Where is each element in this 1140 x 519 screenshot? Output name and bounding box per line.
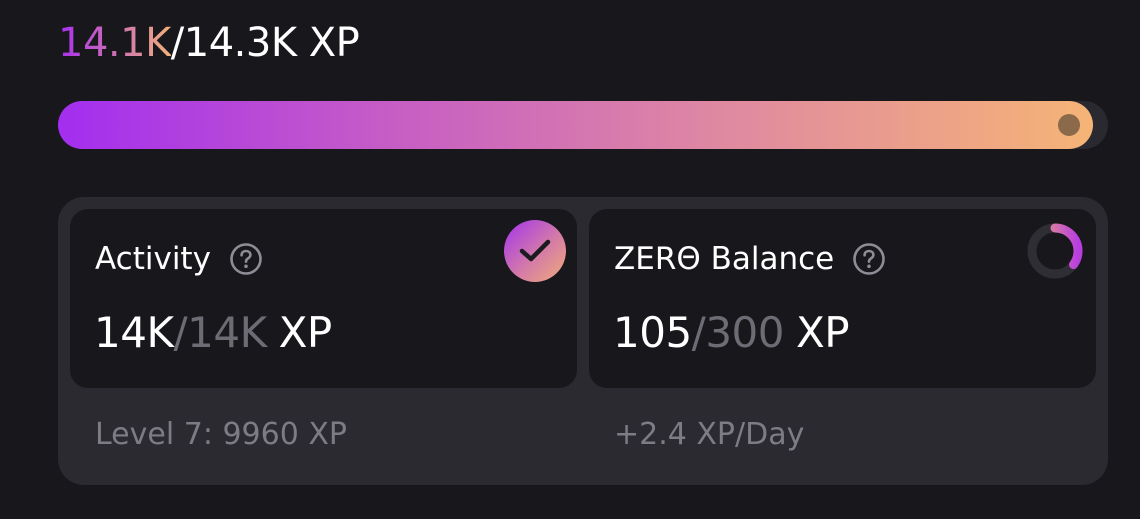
activity-value-unit: XP bbox=[278, 308, 333, 357]
activity-title: Activity bbox=[95, 241, 211, 277]
balance-footer: +2.4 XP/Day bbox=[614, 417, 805, 452]
activity-value-current: 14K bbox=[94, 308, 174, 357]
question-circle-icon[interactable] bbox=[852, 242, 886, 276]
xp-target: /14.3K XP bbox=[170, 20, 360, 66]
balance-value: 105/300 XP bbox=[613, 307, 850, 359]
check-circle-icon bbox=[504, 220, 566, 282]
xp-breakdown-panel: Activity 14K/14K XP ZERΘ Balance 105/300… bbox=[58, 197, 1108, 485]
xp-progress-fill bbox=[58, 101, 1093, 149]
xp-current: 14.1K bbox=[58, 20, 171, 66]
xp-progress-knob bbox=[1058, 114, 1080, 136]
balance-value-current: 105 bbox=[613, 308, 692, 357]
progress-ring-icon bbox=[1027, 223, 1083, 279]
balance-title: ZERΘ Balance bbox=[614, 241, 835, 277]
xp-progress-bar bbox=[58, 101, 1108, 149]
question-circle-icon[interactable] bbox=[229, 242, 263, 276]
balance-title-row: ZERΘ Balance bbox=[614, 239, 886, 279]
activity-title-row: Activity bbox=[95, 239, 263, 279]
balance-value-total: /300 bbox=[691, 308, 785, 357]
xp-header: 14.1K/14.3K XP bbox=[58, 18, 360, 68]
activity-value: 14K/14K XP bbox=[94, 307, 332, 359]
activity-footer: Level 7: 9960 XP bbox=[95, 417, 347, 452]
activity-value-total: /14K bbox=[173, 308, 268, 357]
balance-value-unit: XP bbox=[796, 308, 850, 357]
balance-card[interactable]: ZERΘ Balance 105/300 XP bbox=[589, 209, 1096, 388]
activity-card[interactable]: Activity 14K/14K XP bbox=[70, 209, 577, 388]
